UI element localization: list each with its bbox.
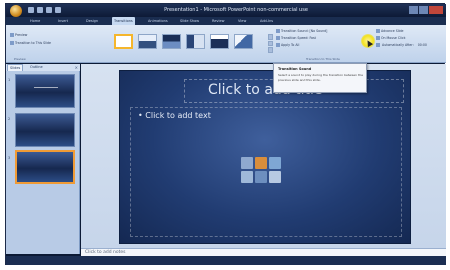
tab-view[interactable]: View	[236, 17, 248, 25]
slide-number: 3	[8, 156, 11, 160]
slide-thumbnail-3[interactable]	[15, 150, 75, 184]
tab-outline[interactable]: Outline	[28, 64, 45, 71]
office-button[interactable]	[10, 5, 22, 17]
transition-push-thumb[interactable]	[186, 34, 205, 49]
gallery-more-button[interactable]	[268, 47, 273, 54]
redo-icon[interactable]	[46, 7, 52, 13]
slide-number: 1	[8, 78, 11, 82]
body-placeholder[interactable]: • Click to add text	[138, 111, 211, 120]
tab-add-ins[interactable]: Add-Ins	[258, 17, 275, 25]
powerpoint-window: Presentation1 - Microsoft PowerPoint non…	[5, 3, 446, 265]
ribbon-tabs: Home Insert Design Transitions Animation…	[6, 17, 446, 25]
ribbon: Preview Transition to This Slide Preview…	[6, 25, 446, 63]
transition-split-thumb[interactable]	[234, 34, 253, 49]
tab-transitions[interactable]: Transitions	[112, 17, 135, 25]
preview-group-label: Preview	[14, 57, 26, 61]
quick-access-toolbar	[28, 7, 61, 14]
transition-wipe-thumb[interactable]	[162, 34, 181, 49]
customize-qat-icon[interactable]	[55, 7, 61, 13]
notes-pane[interactable]: Click to add notes	[81, 248, 446, 256]
insert-content-icons	[241, 157, 283, 183]
gallery-down-button[interactable]	[268, 40, 273, 47]
apply-to-all-button[interactable]: Apply To All	[276, 43, 299, 47]
transition-speed-dropdown[interactable]: Transition Speed: Fast	[276, 36, 316, 40]
maximize-button[interactable]	[419, 6, 428, 14]
insert-picture-icon[interactable]	[241, 171, 253, 183]
transition-group-label: Transition to This Slide	[306, 57, 340, 61]
tab-animations[interactable]: Animations	[146, 17, 170, 25]
transition-sound-dropdown[interactable]: Transition Sound: [No Sound]	[276, 29, 327, 33]
slide-thumbnail-2[interactable]	[15, 113, 75, 147]
pane-tabs: Slides Outline ×	[6, 64, 80, 71]
insert-clipart-icon[interactable]	[255, 171, 267, 183]
slides-pane: Slides Outline × 1 2 3	[6, 64, 80, 254]
automatically-after-value[interactable]: 00:00	[418, 43, 427, 47]
close-pane-icon[interactable]: ×	[75, 65, 78, 70]
slide-number: 2	[8, 117, 11, 121]
undo-icon[interactable]	[37, 7, 43, 13]
close-button[interactable]	[429, 6, 443, 14]
window-controls	[409, 6, 443, 14]
save-icon[interactable]	[28, 7, 34, 13]
tab-review[interactable]: Review	[210, 17, 227, 25]
transition-sound-tooltip: Transition Sound Select a sound to play …	[273, 63, 367, 93]
tab-slides[interactable]: Slides	[7, 64, 24, 71]
insert-smartart-icon[interactable]	[269, 157, 281, 169]
transition-cover-thumb[interactable]	[210, 34, 229, 49]
tab-insert[interactable]: Insert	[56, 17, 70, 25]
slide-thumbnail-1[interactable]	[15, 74, 75, 108]
status-bar	[6, 256, 446, 265]
tooltip-body: Select a sound to play during the transi…	[278, 73, 363, 82]
insert-media-icon[interactable]	[269, 171, 281, 183]
gallery-scroll[interactable]	[268, 34, 273, 54]
slide-editor: Click to add title • Click to add text	[81, 64, 446, 248]
insert-chart-icon[interactable]	[255, 157, 267, 169]
thumb-title-line	[34, 87, 58, 88]
advance-slide-label: Advance Slide	[376, 29, 404, 33]
automatically-after-checkbox[interactable]: Automatically After: 00:00	[376, 43, 427, 47]
window-title: Presentation1 - Microsoft PowerPoint non…	[164, 7, 308, 13]
on-mouse-click-checkbox[interactable]: On Mouse Click	[376, 36, 406, 40]
current-slide: Click to add title • Click to add text	[119, 70, 411, 244]
transition-none-thumb[interactable]	[114, 34, 133, 49]
transition-to-this-slide-button[interactable]: Transition to This Slide	[10, 41, 51, 45]
tooltip-title: Transition Sound	[278, 67, 312, 71]
tab-slide-show[interactable]: Slide Show	[178, 17, 201, 25]
tab-home[interactable]: Home	[28, 17, 42, 25]
transition-fade-thumb[interactable]	[138, 34, 157, 49]
insert-table-icon[interactable]	[241, 157, 253, 169]
body-placeholder-text: Click to add text	[145, 111, 211, 120]
tab-design[interactable]: Design	[84, 17, 100, 25]
preview-button[interactable]: Preview	[10, 33, 27, 37]
automatically-after-label: Automatically After:	[382, 43, 414, 47]
title-bar: Presentation1 - Microsoft PowerPoint non…	[6, 4, 446, 17]
gallery-up-button[interactable]	[268, 34, 273, 40]
minimize-button[interactable]	[409, 6, 418, 14]
